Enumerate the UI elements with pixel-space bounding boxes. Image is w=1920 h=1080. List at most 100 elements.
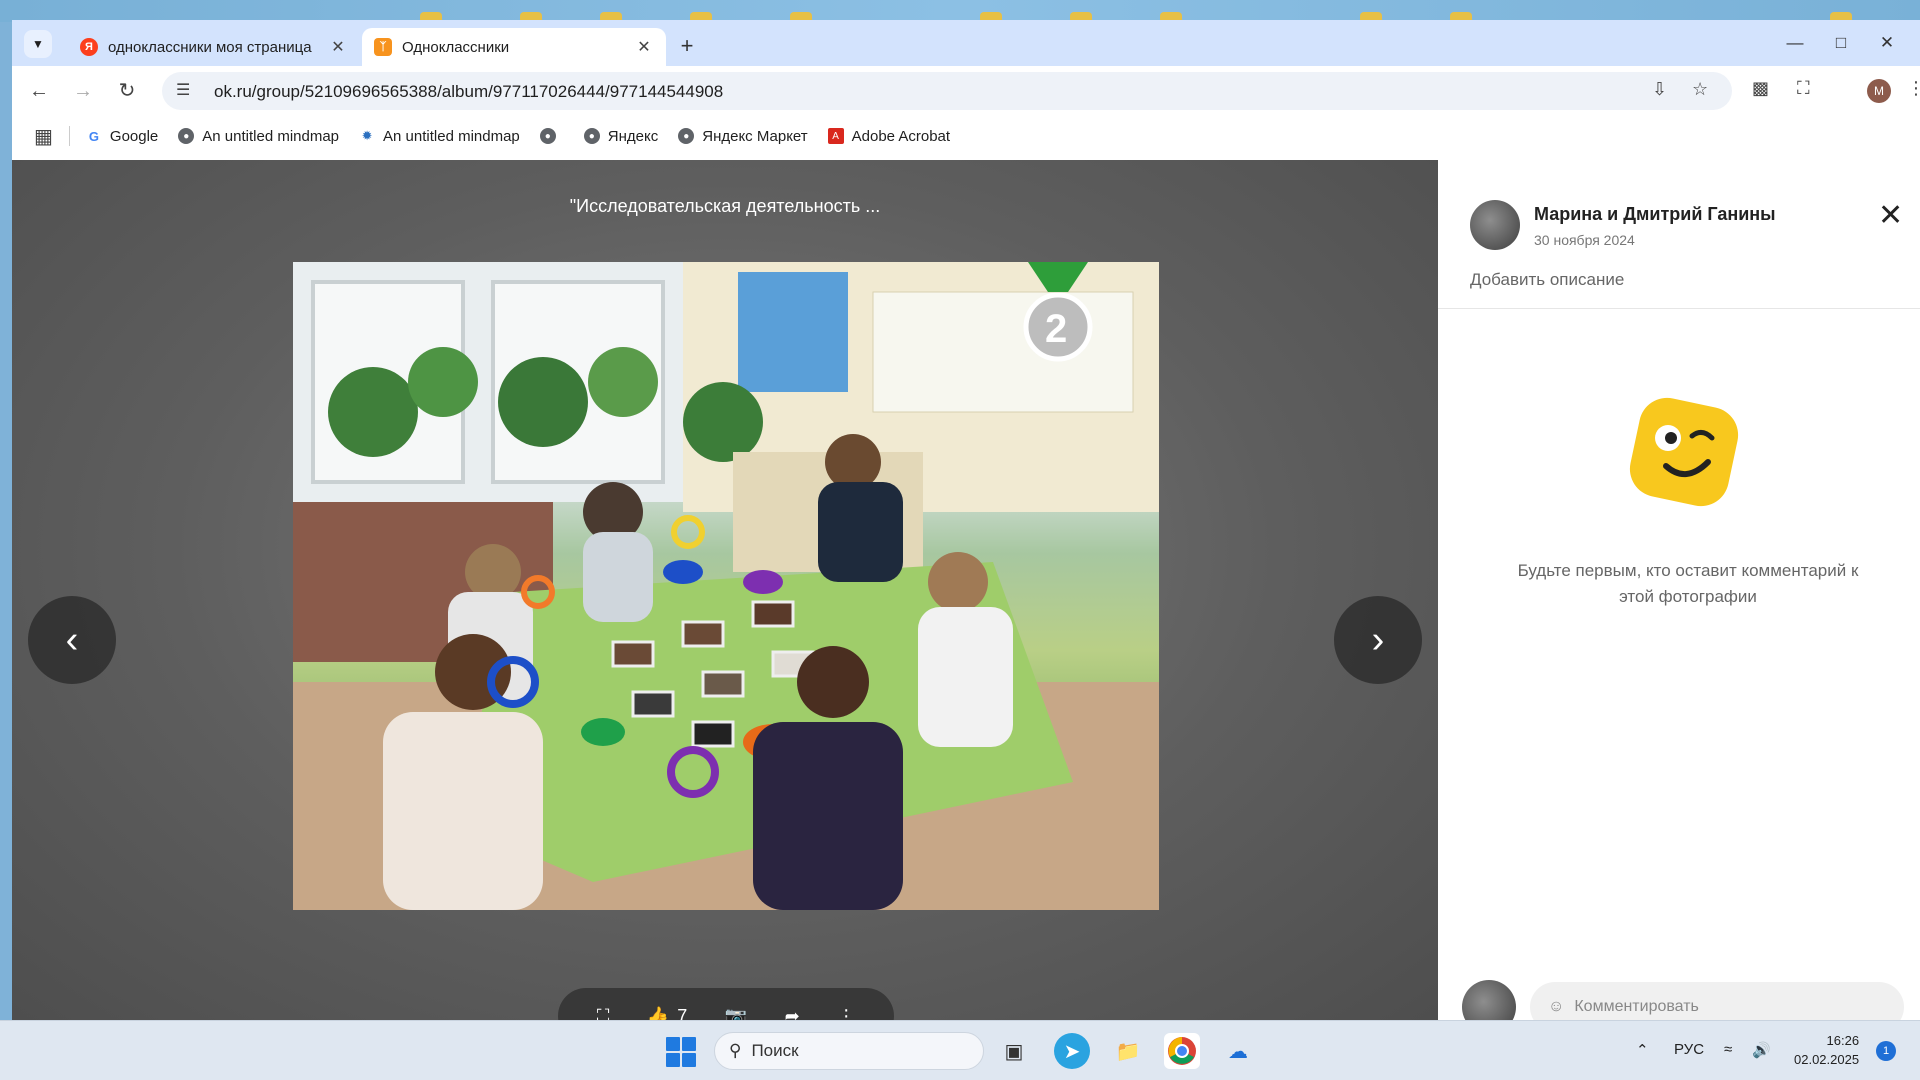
extensions-icon[interactable]: ⛶ bbox=[1797, 78, 1810, 99]
forward-button[interactable]: → bbox=[68, 76, 98, 106]
desktop-icon bbox=[600, 12, 622, 20]
back-button[interactable]: ← bbox=[24, 76, 54, 106]
browser-window: ▼ Я одноклассники моя страница ✕ ᛉ Однок… bbox=[12, 20, 1920, 1020]
owner-avatar[interactable] bbox=[1470, 200, 1520, 250]
desktop-icon bbox=[1450, 12, 1472, 20]
bookmark-yandex-market[interactable]: ● Яндекс Маркет bbox=[678, 127, 808, 145]
smile-icon[interactable]: ☺ bbox=[1548, 998, 1564, 1016]
bookmarks-separator bbox=[68, 126, 70, 146]
file-explorer-icon[interactable]: 📁 bbox=[1110, 1033, 1146, 1069]
globe-icon: ● bbox=[678, 128, 695, 144]
system-clock[interactable]: 16:26 02.02.2025 bbox=[1794, 1031, 1859, 1069]
fullscreen-button[interactable]: ⛶ bbox=[597, 1006, 610, 1021]
like-button[interactable]: 👍 7 bbox=[647, 1006, 687, 1021]
globe-icon: ● bbox=[178, 128, 195, 144]
camera-icon: 📷 bbox=[724, 1005, 748, 1021]
sidebar-divider bbox=[1438, 308, 1920, 309]
more-vertical-icon: ⋮ bbox=[837, 1005, 856, 1021]
next-photo-button[interactable]: › bbox=[1334, 596, 1422, 684]
task-view-icon[interactable]: ▣ bbox=[996, 1033, 1032, 1069]
photo-title: "Исследовательская деятельность ... bbox=[569, 196, 881, 216]
close-viewer-button[interactable]: ✕ bbox=[1878, 198, 1903, 233]
url-text[interactable]: ok.ru/group/52109696565388/album/9771170… bbox=[214, 82, 723, 102]
globe-icon: ● bbox=[539, 128, 556, 144]
browser-toolbar: ← → ↻ ☰ ok.ru/group/52109696565388/album… bbox=[12, 66, 1920, 116]
ok-icon: ᛉ bbox=[374, 38, 392, 56]
taskbar-search[interactable]: ⚲ Поиск bbox=[714, 1032, 984, 1070]
bookmark-google[interactable]: G Google bbox=[86, 128, 158, 145]
notification-badge[interactable]: 1 bbox=[1876, 1041, 1896, 1061]
desktop-icon bbox=[1830, 12, 1852, 20]
desktop-icon bbox=[420, 12, 442, 20]
desktop-icon bbox=[980, 12, 1002, 20]
language-indicator[interactable]: РУС bbox=[1674, 1041, 1704, 1058]
close-icon[interactable]: ✕ bbox=[328, 37, 348, 57]
install-app-icon[interactable]: ⇩ bbox=[1652, 79, 1667, 100]
photo-date: 30 ноября 2024 bbox=[1534, 232, 1635, 248]
tab-odnoklassniki-search[interactable]: Я одноклассники моя страница ✕ bbox=[68, 28, 360, 66]
share-icon: ➦ bbox=[784, 1005, 800, 1021]
clock-date: 02.02.2025 bbox=[1794, 1052, 1860, 1067]
bookmark-adobe-acrobat[interactable]: A Adobe Acrobat bbox=[827, 127, 951, 145]
maximize-button[interactable]: □ bbox=[1818, 30, 1864, 56]
bookmark-label: Adobe Acrobat bbox=[851, 127, 951, 145]
comment-placeholder: Комментировать bbox=[1574, 998, 1699, 1015]
volume-icon[interactable]: 🔊 bbox=[1752, 1041, 1771, 1059]
bookmarks-bar: ▦ G Google ● An untitled mindmap ✹ An un… bbox=[12, 116, 1920, 156]
share-button[interactable]: ➦ bbox=[785, 1006, 800, 1021]
bookmark-label: An untitled mindmap bbox=[202, 127, 340, 145]
reload-button[interactable]: ↻ bbox=[112, 76, 142, 106]
cast-icon[interactable]: ▩ bbox=[1752, 78, 1769, 99]
bookmark-mindmap-2[interactable]: ✹ An untitled mindmap bbox=[359, 128, 520, 145]
previous-photo-button[interactable]: ‹ bbox=[28, 596, 116, 684]
site-info-icon[interactable]: ☰ bbox=[176, 80, 190, 100]
owner-name[interactable]: Марина и Дмитрий Ганины bbox=[1534, 204, 1776, 225]
bookmark-yandex[interactable]: ● Яндекс bbox=[583, 128, 658, 145]
chevron-left-icon: ‹ bbox=[65, 618, 79, 661]
add-description-link[interactable]: Добавить описание bbox=[1470, 270, 1624, 290]
photo-illustration: 2 bbox=[293, 262, 1159, 910]
more-button[interactable]: ⋮ bbox=[837, 1006, 855, 1021]
wifi-icon[interactable]: ≈ bbox=[1724, 1041, 1732, 1058]
user-avatar bbox=[1462, 980, 1516, 1020]
close-icon[interactable]: ✕ bbox=[634, 37, 654, 57]
acrobat-icon: A bbox=[827, 128, 844, 144]
profile-avatar[interactable]: M bbox=[1867, 79, 1891, 103]
tab-search-button[interactable]: ▼ bbox=[24, 30, 52, 58]
chrome-icon[interactable] bbox=[1164, 1033, 1200, 1069]
empty-comments-text: Будьте первым, кто оставит комментарий к… bbox=[1517, 561, 1859, 606]
like-count: 7 bbox=[677, 1005, 688, 1021]
photo-viewer: "Исследовательская деятельность ... 2 ‹ … bbox=[12, 160, 1438, 1020]
bookmark-mindmap[interactable]: ● An untitled mindmap bbox=[178, 128, 339, 145]
bookmark-label: An untitled mindmap bbox=[383, 127, 520, 145]
menu-icon[interactable]: ⋮ bbox=[1907, 78, 1920, 99]
chevron-right-icon: › bbox=[1371, 618, 1385, 661]
apps-grid-icon[interactable]: ▦ bbox=[34, 124, 53, 149]
windows-icon bbox=[682, 1053, 696, 1067]
tab-title: одноклассники моя страница bbox=[108, 38, 312, 56]
mindmap-icon: ✹ bbox=[361, 128, 373, 143]
comment-input[interactable]: ☺ Комментировать bbox=[1530, 982, 1904, 1020]
start-button[interactable] bbox=[666, 1037, 696, 1067]
yandex-icon: Я bbox=[80, 38, 98, 56]
bookmark-globe[interactable]: ● bbox=[539, 128, 564, 144]
tab-odnoklassniki[interactable]: ᛉ Одноклассники ✕ bbox=[362, 28, 666, 66]
bookmark-label: Яндекс Маркет bbox=[702, 127, 808, 145]
desktop-icon bbox=[520, 12, 542, 20]
minimize-button[interactable]: — bbox=[1772, 30, 1818, 56]
close-window-button[interactable]: ✕ bbox=[1864, 30, 1910, 56]
wink-smiley-icon bbox=[1629, 397, 1739, 507]
globe-icon: ● bbox=[583, 128, 600, 144]
chrome-logo bbox=[1168, 1037, 1196, 1065]
telegram-icon[interactable]: ➤ bbox=[1054, 1033, 1090, 1069]
star-icon[interactable]: ☆ bbox=[1692, 79, 1708, 100]
chevron-up-icon[interactable]: ⌃ bbox=[1636, 1041, 1649, 1059]
windows-icon bbox=[666, 1053, 680, 1067]
camera-button[interactable]: 📷 bbox=[725, 1006, 747, 1021]
address-bar[interactable]: ☰ ok.ru/group/52109696565388/album/97711… bbox=[162, 72, 1732, 110]
app-icon[interactable]: ☁ bbox=[1220, 1033, 1256, 1069]
photo-image[interactable]: 2 bbox=[293, 262, 1159, 910]
desktop-icon bbox=[690, 12, 712, 20]
new-tab-button[interactable]: + bbox=[672, 32, 702, 62]
windows-icon bbox=[666, 1037, 680, 1051]
